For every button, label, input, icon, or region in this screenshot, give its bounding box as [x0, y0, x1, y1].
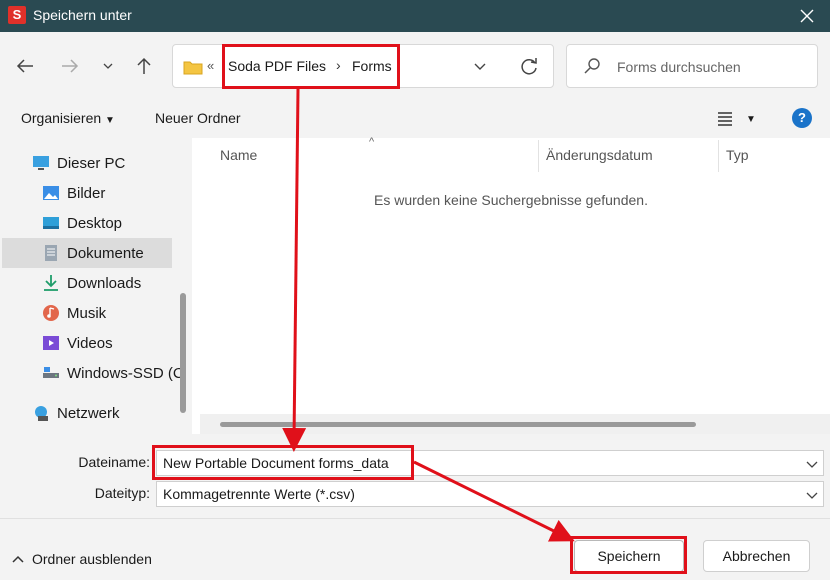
help-icon[interactable]: ?: [792, 108, 812, 128]
nav-scrollbar[interactable]: [180, 293, 186, 413]
chevron-down-icon[interactable]: [805, 457, 819, 471]
nav-item-downloads[interactable]: Downloads: [2, 268, 172, 298]
chevron-up-icon: [12, 555, 24, 563]
search-placeholder: Forms durchsuchen: [617, 59, 741, 75]
recent-locations-button[interactable]: [94, 52, 122, 80]
nav-item-musik[interactable]: Musik: [2, 298, 172, 328]
navigation-pane: Dieser PC Bilder Desktop Dokumente Downl…: [0, 138, 192, 434]
nav-item-label: Windows-SSD (C: [67, 365, 184, 382]
filename-field[interactable]: New Portable Document forms_data: [156, 450, 824, 476]
nav-item-dokumente[interactable]: Dokumente: [2, 238, 172, 268]
nav-item-label: Bilder: [67, 185, 106, 202]
organize-menu[interactable]: Organisieren ▼: [21, 110, 115, 126]
videos-icon: [43, 336, 59, 350]
search-icon: [584, 58, 600, 74]
window-title: Speichern unter: [33, 7, 132, 23]
save-button[interactable]: Speichern: [574, 540, 684, 572]
chevron-down-icon[interactable]: [805, 488, 819, 502]
breadcrumb-separator-icon[interactable]: ›: [336, 57, 341, 73]
arrow-up-icon: [137, 57, 151, 74]
forward-button[interactable]: [56, 52, 84, 80]
nav-item-label: Netzwerk: [57, 405, 120, 422]
close-button[interactable]: [784, 0, 830, 32]
caret-down-icon: ▼: [105, 115, 115, 126]
up-button[interactable]: [130, 52, 158, 80]
folder-icon: [183, 61, 203, 75]
file-list: ^ Name Änderungsdatum Typ Es wurden kein…: [192, 136, 830, 434]
nav-item-videos[interactable]: Videos: [2, 328, 172, 358]
network-icon: [35, 406, 48, 421]
title-bar: S Speichern unter: [0, 0, 830, 32]
column-header-name[interactable]: Name: [220, 147, 257, 163]
pictures-icon: [43, 186, 59, 200]
downloads-icon: [44, 275, 58, 291]
column-divider[interactable]: [538, 140, 539, 172]
address-bar[interactable]: « Soda PDF Files › Forms: [172, 44, 554, 88]
column-header-date[interactable]: Änderungsdatum: [546, 147, 653, 163]
organize-label: Organisieren: [21, 110, 102, 126]
column-header-type[interactable]: Typ: [726, 147, 749, 163]
nav-item-windows-ssd[interactable]: Windows-SSD (C: [2, 358, 184, 388]
nav-item-netzwerk[interactable]: Netzwerk: [2, 398, 172, 428]
sort-ascending-icon: ^: [369, 136, 375, 148]
documents-icon: [45, 245, 57, 261]
nav-item-label: Videos: [67, 335, 113, 352]
hide-folders-label: Ordner ausblenden: [32, 551, 152, 567]
chevron-down-icon[interactable]: [473, 57, 487, 77]
column-divider[interactable]: [718, 140, 719, 172]
caret-down-icon[interactable]: ▼: [746, 114, 756, 125]
footer-divider: [0, 518, 830, 519]
app-logo-icon: S: [8, 6, 26, 24]
refresh-icon[interactable]: [519, 55, 539, 77]
nav-item-label: Musik: [67, 305, 107, 322]
nav-item-label: Dokumente: [67, 245, 144, 262]
nav-item-label: Dieser PC: [57, 155, 126, 172]
nav-item-label: Desktop: [67, 215, 123, 232]
filetype-value: Kommagetrennte Werte (*.csv): [163, 486, 355, 502]
arrow-left-icon: [16, 59, 33, 73]
nav-item-desktop[interactable]: Desktop: [2, 208, 172, 238]
chevron-down-icon: [103, 63, 113, 69]
nav-item-label: Downloads: [67, 275, 142, 292]
arrow-right-icon: [62, 59, 79, 73]
new-folder-button[interactable]: Neuer Ordner: [155, 110, 241, 126]
command-toolbar: Organisieren ▼ Neuer Ordner ▼ ?: [0, 100, 830, 138]
nav-item-bilder[interactable]: Bilder: [2, 178, 172, 208]
close-icon: [800, 9, 814, 23]
navigation-bar: « Soda PDF Files › Forms Forms durchsuch…: [0, 32, 830, 100]
filetype-label: Dateityp:: [94, 485, 150, 501]
music-icon: [43, 305, 59, 321]
cancel-button[interactable]: Abbrechen: [703, 540, 810, 572]
empty-results-message: Es wurden keine Suchergebnisse gefunden.: [374, 192, 648, 208]
horizontal-scrollbar-thumb[interactable]: [220, 422, 696, 427]
filename-value: New Portable Document forms_data: [163, 455, 389, 471]
nav-item-dieser-pc[interactable]: Dieser PC: [2, 148, 172, 178]
search-input[interactable]: Forms durchsuchen: [566, 44, 818, 88]
view-options-icon[interactable]: [716, 110, 734, 126]
desktop-icon: [43, 217, 59, 229]
overflow-chevron[interactable]: «: [207, 58, 214, 73]
pc-icon: [33, 156, 49, 170]
back-button[interactable]: [11, 52, 39, 80]
filename-label: Dateiname:: [78, 454, 150, 470]
breadcrumb-soda-pdf-files[interactable]: Soda PDF Files: [228, 58, 326, 74]
filetype-select[interactable]: Kommagetrennte Werte (*.csv): [156, 481, 824, 507]
breadcrumb-forms[interactable]: Forms: [352, 58, 392, 74]
drive-icon: [43, 367, 59, 378]
